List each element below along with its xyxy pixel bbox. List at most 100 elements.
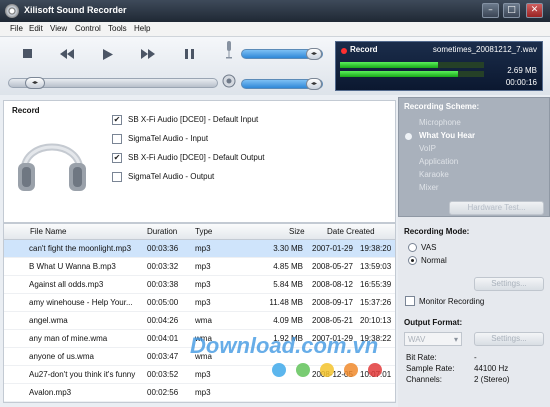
cell-time: 16:55:39	[360, 280, 392, 289]
scheme-item[interactable]: Karaoke	[419, 170, 449, 179]
window-title: Xilisoft Sound Recorder	[24, 5, 127, 15]
seek-thumb[interactable]: ◂▸	[25, 77, 45, 89]
cell-type: mp3	[195, 280, 211, 289]
table-header: File Name Duration Type Size Date Create…	[4, 224, 395, 240]
mode-vas-radio[interactable]	[408, 243, 417, 252]
menu-tools[interactable]: Tools	[108, 24, 127, 33]
source-checkbox[interactable]	[112, 172, 122, 182]
table-row[interactable]: Against all odds.mp3 00:03:38 mp3 5.84 MB 20…	[4, 276, 395, 294]
mode-settings-button[interactable]: Settings...	[474, 277, 544, 291]
recording-filename: sometimes_20081212_7.wav	[432, 45, 537, 54]
pause-icon	[184, 49, 194, 59]
output-format-title: Output Format:	[404, 318, 463, 327]
source-label: SigmaTel Audio - Input	[128, 134, 209, 143]
table-row[interactable]: amy winehouse - Help Your... 00:05:00 mp3 1…	[4, 294, 395, 312]
column-header-date-created[interactable]: Date Created	[327, 227, 375, 236]
seek-slider[interactable]: ◂▸	[8, 77, 218, 89]
record-sources-panel: Record ✔ SB X-Fi Audio [DCE0] - Default …	[3, 100, 396, 223]
table-row[interactable]: B What U Wanna B.mp3 00:03:32 mp3 4.85 MB 20…	[4, 258, 395, 276]
level-fill-right	[340, 71, 459, 77]
input-volume-slider[interactable]: ◂▸	[241, 48, 323, 60]
settings-panel: Recording Scheme: Microphone What You He…	[398, 97, 550, 407]
cell-size: 4.09 MB	[273, 316, 303, 325]
source-checkbox[interactable]: ✔	[112, 115, 122, 125]
record-panel-title: Record	[12, 106, 40, 115]
table-row[interactable]: anyone of us.wma 00:03:47 wma	[4, 348, 395, 366]
cell-date: 2008-08-12	[312, 280, 353, 289]
monitor-recording-label: Monitor Recording	[419, 297, 485, 306]
cell-time: 13:59:03	[360, 262, 392, 271]
stop-icon	[23, 49, 32, 58]
cell-duration: 00:03:47	[147, 352, 179, 361]
column-header-size[interactable]: Size	[289, 227, 305, 236]
maximize-button[interactable]: □	[503, 3, 520, 18]
channels-label: Channels:	[406, 375, 443, 384]
next-button[interactable]	[137, 43, 159, 65]
cell-date: 2007-01-29	[312, 244, 353, 253]
table-row[interactable]: angel.wma 00:04:26 wma 4.09 MB 2008-05-21 20:…	[4, 312, 395, 330]
cell-size: 11.48 MB	[269, 298, 303, 307]
menu-file[interactable]: File	[10, 24, 23, 33]
table-row[interactable]: Avalon.mp3 00:02:56 mp3	[4, 384, 395, 402]
recording-mode-title: Recording Mode:	[404, 227, 470, 236]
close-button[interactable]: ✕	[526, 3, 543, 18]
cell-time: 19:38:22	[360, 334, 392, 343]
speaker-icon	[222, 74, 236, 90]
output-volume-slider[interactable]: ◂▸	[241, 78, 323, 90]
scheme-item[interactable]: Application	[419, 157, 458, 166]
previous-button[interactable]	[56, 43, 78, 65]
mode-normal-label: Normal	[421, 256, 447, 265]
monitor-recording-checkbox[interactable]	[405, 296, 415, 306]
cell-size: 5.84 MB	[273, 280, 303, 289]
cell-duration: 00:02:56	[147, 388, 179, 397]
source-checkbox[interactable]	[112, 134, 122, 144]
hardware-test-button[interactable]: Hardware Test...	[449, 201, 544, 215]
cell-duration: 00:04:01	[147, 334, 179, 343]
recording-scheme-box: Recording Scheme: Microphone What You He…	[398, 97, 550, 217]
active-scheme-indicator-icon	[405, 133, 412, 140]
cell-time: 20:10:13	[360, 316, 392, 325]
format-settings-button[interactable]: Settings...	[474, 332, 544, 346]
cell-type: wma	[195, 352, 212, 361]
cell-file-name: angel.wma	[29, 316, 68, 325]
output-volume-thumb[interactable]: ◂▸	[306, 78, 322, 90]
output-format-select[interactable]: WAV ▾	[404, 332, 462, 346]
column-header-file-name[interactable]: File Name	[30, 227, 66, 236]
table-row[interactable]: any man of mine.wma 00:04:01 wma 1.92 MB 200…	[4, 330, 395, 348]
menu-view[interactable]: View	[50, 24, 67, 33]
stop-button[interactable]	[17, 43, 39, 65]
cell-file-name: Against all odds.mp3	[29, 280, 104, 289]
channels-value: 2 (Stereo)	[474, 375, 510, 384]
bit-rate-label: Bit Rate:	[406, 353, 437, 362]
scheme-item[interactable]: VoIP	[419, 144, 436, 153]
elapsed-time: 00:00:16	[505, 78, 537, 87]
play-button[interactable]	[97, 43, 119, 65]
minimize-button[interactable]: –	[482, 3, 499, 18]
cell-duration: 00:05:00	[147, 298, 179, 307]
output-format-value: WAV	[408, 335, 426, 344]
next-icon	[141, 49, 155, 59]
cell-duration: 00:03:52	[147, 370, 179, 379]
scheme-item[interactable]: Mixer	[419, 183, 439, 192]
cell-date: 2008-05-27	[312, 262, 353, 271]
menu-control[interactable]: Control	[75, 24, 101, 33]
scheme-item-active[interactable]: What You Hear	[419, 131, 475, 140]
table-row[interactable]: can't fight the moonlight.mp3 00:03:36 mp3…	[4, 240, 395, 258]
cell-file-name: B What U Wanna B.mp3	[29, 262, 116, 271]
menu-edit[interactable]: Edit	[29, 24, 43, 33]
cell-date: 2007-01-29	[312, 334, 353, 343]
mode-vas-label: VAS	[421, 243, 437, 252]
table-row[interactable]: Au27-don't you think it's funny 00:03:52 m…	[4, 366, 395, 384]
input-volume-thumb[interactable]: ◂▸	[306, 48, 322, 60]
menu-bar: File Edit View Control Tools Help	[0, 22, 550, 37]
menu-help[interactable]: Help	[134, 24, 150, 33]
column-header-type[interactable]: Type	[195, 227, 212, 236]
pause-button[interactable]	[178, 43, 200, 65]
column-header-duration[interactable]: Duration	[147, 227, 177, 236]
mode-normal-radio[interactable]	[408, 256, 417, 265]
scheme-item[interactable]: Microphone	[419, 118, 461, 127]
file-list-table: File Name Duration Type Size Date Create…	[3, 223, 396, 403]
cell-size: 4.85 MB	[273, 262, 303, 271]
level-fill-left	[340, 62, 438, 68]
source-checkbox[interactable]: ✔	[112, 153, 122, 163]
